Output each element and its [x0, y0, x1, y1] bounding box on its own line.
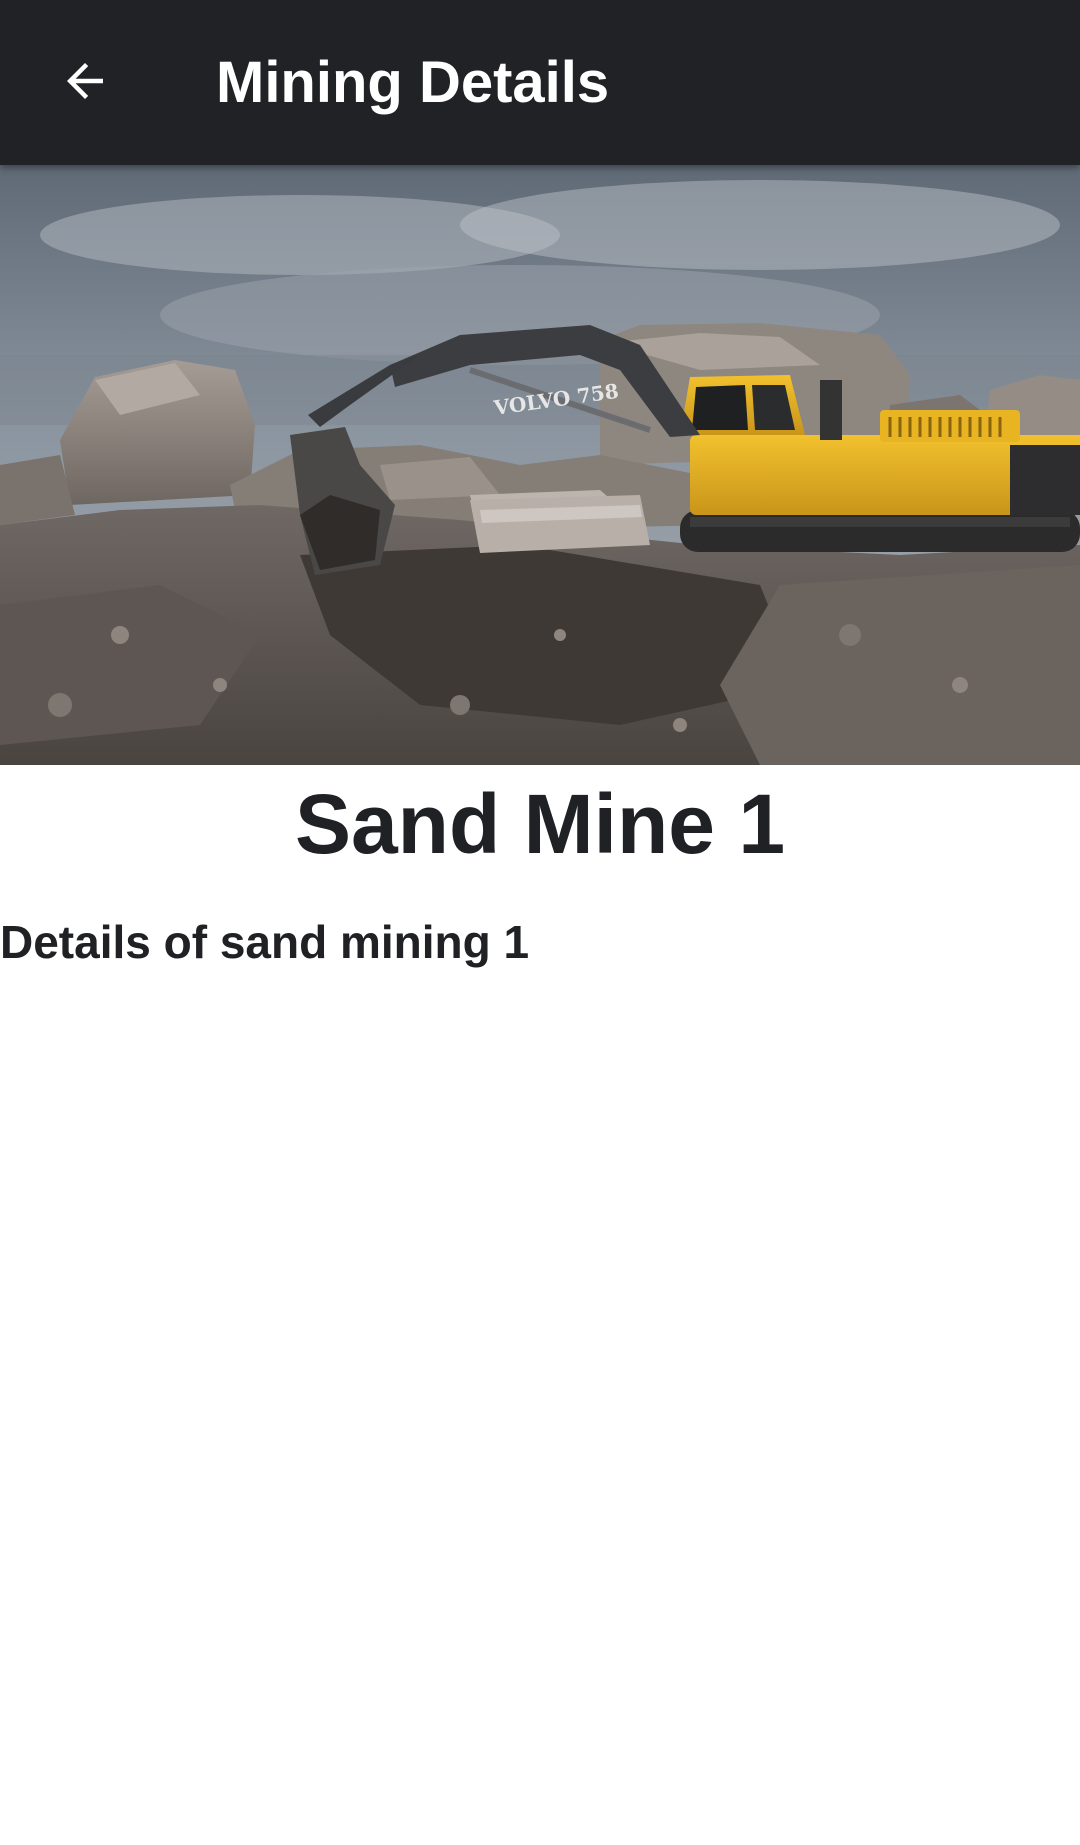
toolbar-title: Mining Details — [216, 50, 610, 115]
app-toolbar: Mining Details — [0, 0, 1080, 165]
mine-details-text: Details of sand mining 1 — [0, 916, 530, 968]
back-button[interactable] — [44, 40, 126, 122]
arrow-back-icon — [58, 54, 112, 108]
mine-photo: VOLVO 758 — [0, 165, 1080, 765]
mining-details-screen: Mining Details VOLVO 758 Sand Mine 1 Det… — [0, 0, 1080, 1845]
mine-title: Sand Mine 1 — [294, 777, 786, 871]
